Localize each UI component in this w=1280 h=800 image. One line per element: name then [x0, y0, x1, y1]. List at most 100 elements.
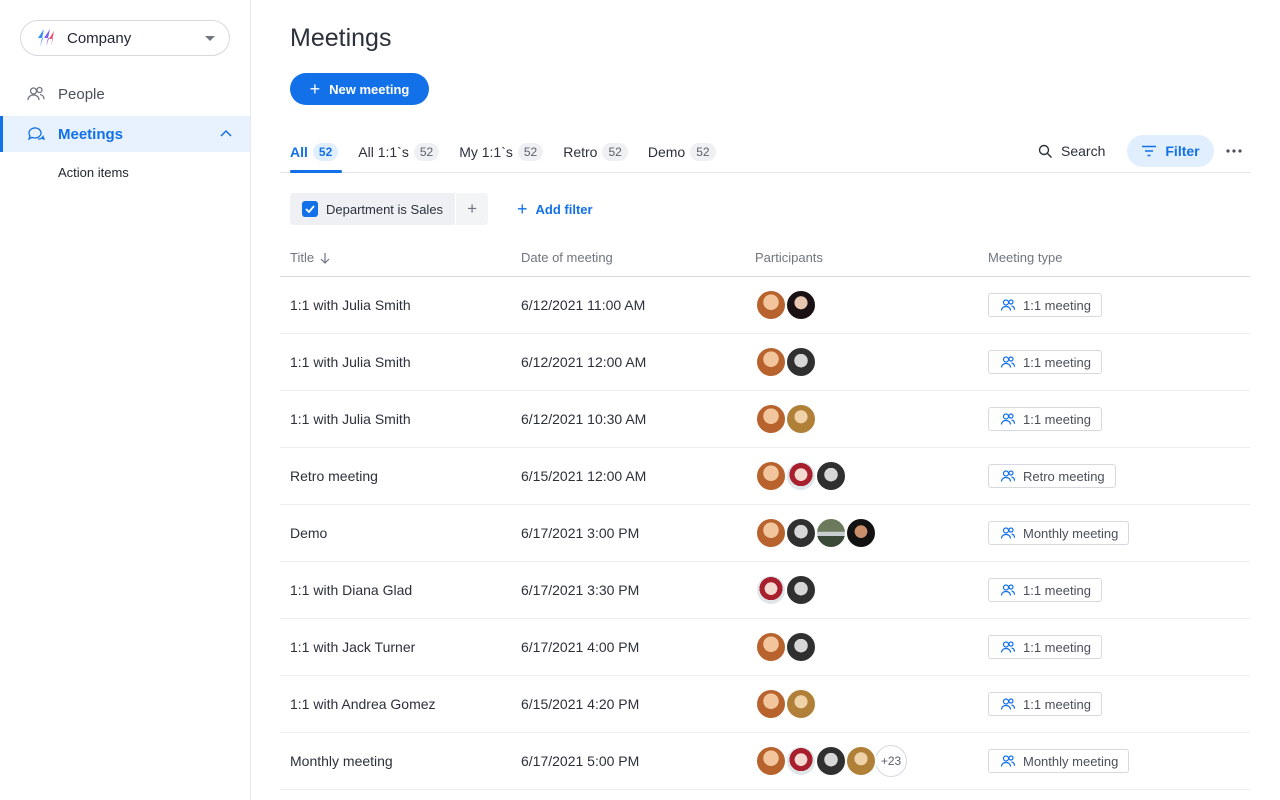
tab-label: My 1:1`s [459, 144, 513, 160]
add-filter-label: Add filter [535, 201, 593, 217]
column-header-meeting-type[interactable]: Meeting type [988, 250, 1062, 265]
group-icon [1000, 583, 1023, 597]
chat-bubbles-icon [26, 124, 46, 144]
avatar[interactable] [815, 517, 847, 549]
sidebar-item-people[interactable]: People [0, 76, 250, 112]
meeting-title: 1:1 with Julia Smith [290, 297, 411, 313]
meeting-date: 6/12/2021 11:00 AM [521, 297, 646, 313]
meeting-type-badge: 1:1 meeting [988, 407, 1102, 431]
table-row[interactable]: 1:1 with Jack Turner 6/17/2021 4:00 PM 1:1… [280, 619, 1250, 676]
avatar[interactable] [845, 517, 877, 549]
more-participants-count[interactable]: +23 [875, 745, 907, 777]
avatar[interactable] [785, 460, 817, 492]
tab-all[interactable]: All 52 [290, 135, 339, 167]
avatar[interactable] [785, 574, 817, 606]
sidebar-item-action-items[interactable]: Action items [58, 165, 129, 180]
checkbox-checked-icon[interactable] [302, 201, 318, 217]
company-name: Company [67, 29, 132, 47]
new-meeting-button[interactable]: + New meeting [290, 73, 429, 105]
meeting-type-badge: Retro meeting [988, 464, 1116, 488]
meeting-type-label: 1:1 meeting [1023, 354, 1091, 370]
tab-count-badge: 52 [312, 143, 339, 161]
meeting-date: 6/17/2021 3:30 PM [521, 582, 640, 598]
meeting-date: 6/17/2021 5:00 PM [521, 753, 640, 769]
avatar[interactable] [785, 517, 817, 549]
meeting-date: 6/15/2021 12:00 AM [521, 468, 647, 484]
meeting-type-badge: 1:1 meeting [988, 350, 1102, 374]
avatar[interactable] [755, 403, 787, 435]
column-header-label: Meeting type [988, 250, 1063, 265]
chevron-up-icon[interactable] [220, 129, 232, 139]
table-row[interactable]: Demo 6/17/2021 3:00 PM Monthly meeting [280, 505, 1250, 562]
meeting-type-label: 1:1 meeting [1023, 297, 1091, 313]
table-row[interactable]: 1:1 with Julia Smith 6/12/2021 12:00 AM 1:… [280, 334, 1250, 391]
column-header-title[interactable]: Title [290, 250, 330, 265]
avatar[interactable] [845, 745, 877, 777]
chevron-down-icon [205, 35, 215, 41]
main-content: Meetings + New meeting All 52 All 1:1`s … [251, 0, 1280, 800]
group-icon [1000, 355, 1023, 369]
search-button[interactable]: Search [1038, 136, 1105, 166]
avatar[interactable] [815, 460, 847, 492]
tabs: All 52 All 1:1`s 52 My 1:1`s 52 Retro 52… [290, 135, 736, 172]
table-row[interactable]: 1:1 with Diana Glad 6/17/2021 3:30 PM 1:1 … [280, 562, 1250, 619]
tab-retro[interactable]: Retro 52 [563, 135, 628, 167]
column-header-participants[interactable]: Participants [755, 250, 823, 265]
column-header-date[interactable]: Date of meeting [521, 250, 613, 265]
tab-my-one-on-ones[interactable]: My 1:1`s 52 [459, 135, 544, 167]
filter-chip-label: Department is Sales [326, 201, 444, 217]
avatar[interactable] [755, 289, 787, 321]
avatar[interactable] [755, 631, 787, 663]
filter-button[interactable]: Filter [1127, 135, 1214, 167]
company-switcher[interactable]: Company [20, 20, 230, 56]
meeting-date: 6/17/2021 4:00 PM [521, 639, 640, 655]
meeting-type-badge: Monthly meeting [988, 749, 1130, 773]
meeting-title: 1:1 with Jack Turner [290, 639, 416, 655]
filter-label: Filter [1165, 143, 1200, 159]
filter-chip-add-button[interactable]: + [455, 193, 489, 225]
avatar[interactable] [755, 745, 787, 777]
tab-all-one-on-ones[interactable]: All 1:1`s 52 [358, 135, 440, 167]
table-row[interactable]: 1:1 with Julia Smith 6/12/2021 11:00 AM 1:… [280, 277, 1250, 334]
avatar[interactable] [755, 346, 787, 378]
meeting-type-badge: 1:1 meeting [988, 635, 1102, 659]
column-header-label: Title [290, 250, 315, 265]
table-row[interactable]: Retro meeting 6/15/2021 12:00 AM Retro mee… [280, 448, 1250, 505]
meeting-type-label: Monthly meeting [1023, 525, 1119, 541]
avatar[interactable] [785, 289, 817, 321]
tab-demo[interactable]: Demo 52 [648, 135, 716, 167]
group-icon [1000, 469, 1023, 483]
meeting-type-badge: 1:1 meeting [988, 692, 1102, 716]
avatar[interactable] [785, 631, 817, 663]
avatar[interactable] [785, 403, 817, 435]
tab-count-badge: 52 [602, 143, 628, 161]
avatar[interactable] [785, 346, 817, 378]
more-options-icon[interactable] [1223, 140, 1245, 162]
avatar[interactable] [755, 517, 787, 549]
meeting-title: 1:1 with Diana Glad [290, 582, 413, 598]
add-filter-button[interactable]: + Add filter [517, 200, 593, 218]
search-label: Search [1061, 143, 1106, 159]
meeting-type-label: Monthly meeting [1023, 753, 1119, 769]
sidebar-item-meetings[interactable]: Meetings [0, 116, 250, 152]
avatar[interactable] [755, 688, 787, 720]
tab-label: All 1:1`s [358, 144, 409, 160]
sort-down-arrow-icon [320, 252, 330, 264]
avatar[interactable] [755, 460, 787, 492]
avatar[interactable] [815, 745, 847, 777]
avatar[interactable] [785, 688, 817, 720]
avatar[interactable] [755, 574, 787, 606]
table-row[interactable]: 1:1 with Andrea Gomez 6/15/2021 4:20 PM 1:… [280, 676, 1250, 733]
meeting-type-cell: 1:1 meeting [988, 334, 1102, 390]
table-row[interactable]: 1:1 with Julia Smith 6/12/2021 10:30 AM 1:… [280, 391, 1250, 448]
filter-icon [1142, 145, 1157, 157]
filter-chip-toggle[interactable]: Department is Sales [290, 193, 456, 225]
new-meeting-label: New meeting [329, 81, 410, 97]
sidebar-item-label: Meetings [58, 125, 124, 143]
tab-count-badge: 52 [690, 143, 716, 161]
meeting-type-badge: 1:1 meeting [988, 578, 1102, 602]
meeting-title: 1:1 with Andrea Gomez [290, 696, 436, 712]
group-icon [1000, 697, 1023, 711]
table-row[interactable]: Monthly meeting 6/17/2021 5:00 PM +23 Month… [280, 733, 1250, 790]
avatar[interactable] [785, 745, 817, 777]
